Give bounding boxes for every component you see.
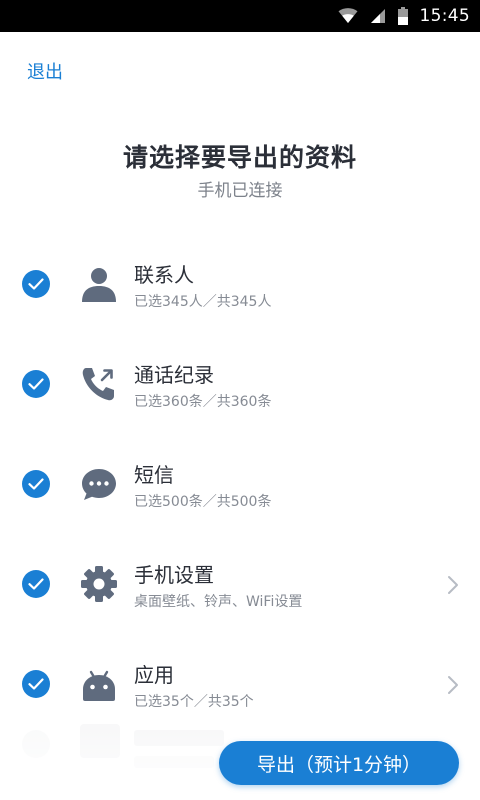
wifi-icon [338,8,358,24]
item-title: 联系人 [134,263,194,287]
android-icon [80,665,118,703]
battery-icon [397,7,408,25]
status-bar: 15:45 [0,0,480,32]
exit-button[interactable]: 退出 [27,58,63,84]
item-subtitle: 已选360条／共360条 [134,394,272,410]
list-item-call-log[interactable]: 通话纪录 已选360条／共360条 [0,335,480,435]
gear-icon [80,565,118,603]
connection-status: 手机已连接 [197,181,283,201]
item-title: 短信 [134,463,174,487]
page-title: 请选择要导出的资料 [122,143,357,172]
contact-person-icon [80,265,118,303]
phone-call-icon [80,365,118,403]
item-subtitle: 已选345人／共345人 [134,294,272,310]
checkmark-icon[interactable] [22,470,50,498]
cellular-signal-icon [370,8,386,24]
checkmark-icon[interactable] [22,670,50,698]
item-subtitle: 已选500条／共500条 [134,494,272,510]
list-item-phone-settings[interactable]: 手机设置 桌面壁纸、铃声、WiFi设置 [0,535,480,635]
item-title: 手机设置 [134,563,214,587]
status-time: 15:45 [419,6,470,26]
item-title: 通话纪录 [134,363,214,387]
checkmark-icon[interactable] [22,370,50,398]
list-item-sms[interactable]: 短信 已选500条／共500条 [0,435,480,535]
chevron-right-icon[interactable] [446,674,460,696]
chevron-right-icon[interactable] [446,574,460,596]
checkmark-icon[interactable] [22,570,50,598]
item-title: 应用 [134,663,174,687]
export-button[interactable]: 导出（预计1分钟） [219,741,459,785]
screen: 15:45 退出 请选择要导出的资料 手机已连接 联系人 已选345人／共345… [0,0,480,800]
list-item-contacts[interactable]: 联系人 已选345人／共345人 [0,235,480,335]
item-subtitle: 桌面壁纸、铃声、WiFi设置 [134,594,303,610]
message-bubble-icon [80,465,118,503]
item-subtitle: 已选35个／共35个 [134,694,254,710]
checkmark-icon[interactable] [22,270,50,298]
